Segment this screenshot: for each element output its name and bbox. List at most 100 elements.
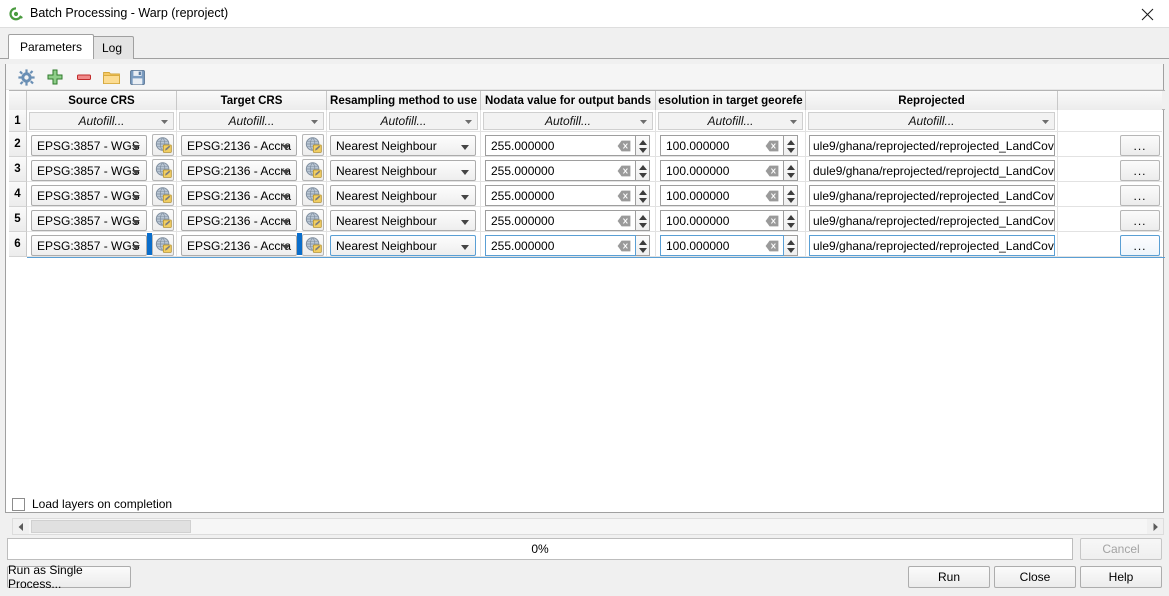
minus-icon[interactable] (72, 66, 96, 88)
target-crs-combo-4[interactable]: EPSG:2136 - Accra (181, 185, 297, 206)
column-header-resampling[interactable]: Resampling method to use (327, 91, 481, 110)
autofill-dropdown-resampling[interactable]: Autofill... (329, 112, 478, 130)
row-header-6[interactable]: 6 (9, 232, 27, 257)
scrollbar-thumb[interactable] (31, 520, 191, 533)
clear-icon[interactable] (765, 215, 779, 227)
browse-button-5[interactable]: ... (1120, 210, 1160, 231)
nodata-stepper-3[interactable] (636, 160, 650, 181)
floppy-disk-icon[interactable] (125, 66, 149, 88)
source-crs-combo-4[interactable]: EPSG:3857 - WGS (31, 185, 147, 206)
help-button[interactable]: Help (1080, 566, 1162, 588)
resolution-spinbox-5[interactable]: 100.000000 (660, 210, 784, 231)
source-crs-select-button-3[interactable] (152, 159, 174, 181)
target-crs-select-button-5[interactable] (302, 209, 324, 231)
clear-icon[interactable] (765, 165, 779, 177)
source-crs-select-button-2[interactable] (152, 134, 174, 156)
target-crs-combo-6[interactable]: EPSG:2136 - Accra (181, 235, 297, 256)
column-header-spare[interactable] (1058, 91, 1162, 110)
nodata-stepper-4[interactable] (636, 185, 650, 206)
resampling-combo-6[interactable]: Nearest Neighbour (330, 235, 476, 256)
resolution-spinbox-4[interactable]: 100.000000 (660, 185, 784, 206)
source-crs-combo-3[interactable]: EPSG:3857 - WGS (31, 160, 147, 181)
resampling-combo-2[interactable]: Nearest Neighbour (330, 135, 476, 156)
tab-parameters[interactable]: Parameters (8, 34, 95, 59)
scroll-right-arrow-icon[interactable] (1147, 519, 1163, 534)
resampling-combo-5[interactable]: Nearest Neighbour (330, 210, 476, 231)
column-header-reprojected[interactable]: Reprojected (806, 91, 1058, 110)
cancel-button[interactable]: Cancel (1080, 538, 1162, 560)
nodata-spinbox-6[interactable]: 255.000000 (485, 235, 636, 256)
target-crs-select-button-2[interactable] (302, 134, 324, 156)
nodata-spinbox-2[interactable]: 255.000000 (485, 135, 636, 156)
clear-icon[interactable] (617, 240, 631, 252)
nodata-spinbox-4[interactable]: 255.000000 (485, 185, 636, 206)
browse-button-4[interactable]: ... (1120, 185, 1160, 206)
browse-button-2[interactable]: ... (1120, 135, 1160, 156)
target-crs-select-button-6[interactable] (302, 234, 324, 256)
target-crs-combo-3[interactable]: EPSG:2136 - Accra (181, 160, 297, 181)
autofill-dropdown-target-crs[interactable]: Autofill... (179, 112, 324, 130)
resolution-stepper-2[interactable] (784, 135, 798, 156)
clear-icon[interactable] (617, 140, 631, 152)
target-crs-select-button-3[interactable] (302, 159, 324, 181)
close-button[interactable]: Close (994, 566, 1076, 588)
row-header-autofill[interactable]: 1 (9, 110, 27, 132)
autofill-dropdown-nodata[interactable]: Autofill... (483, 112, 653, 130)
clear-icon[interactable] (765, 190, 779, 202)
autofill-dropdown-reprojected[interactable]: Autofill... (808, 112, 1055, 130)
autofill-dropdown-resolution[interactable]: Autofill... (658, 112, 803, 130)
clear-icon[interactable] (617, 215, 631, 227)
column-header-target-crs[interactable]: Target CRS (177, 91, 327, 110)
resolution-stepper-3[interactable] (784, 160, 798, 181)
nodata-stepper-2[interactable] (636, 135, 650, 156)
folder-icon[interactable] (99, 66, 123, 88)
clear-icon[interactable] (765, 240, 779, 252)
reprojected-path-field-4[interactable]: ule9/ghana/reprojected/reprojected_LandC… (809, 185, 1055, 206)
target-crs-combo-2[interactable]: EPSG:2136 - Accra (181, 135, 297, 156)
run-as-single-process-button[interactable]: Run as Single Process... (7, 563, 131, 591)
row-header-2[interactable]: 2 (9, 132, 27, 157)
column-header-resolution[interactable]: esolution in target georefe (656, 91, 806, 110)
clear-icon[interactable] (765, 140, 779, 152)
source-crs-select-button-5[interactable] (152, 209, 174, 231)
nodata-spinbox-5[interactable]: 255.000000 (485, 210, 636, 231)
resampling-combo-4[interactable]: Nearest Neighbour (330, 185, 476, 206)
tab-log[interactable]: Log (90, 36, 135, 59)
resolution-stepper-6[interactable] (784, 235, 798, 256)
run-button[interactable]: Run (908, 566, 990, 588)
resolution-spinbox-6[interactable]: 100.000000 (660, 235, 784, 256)
reprojected-path-field-2[interactable]: ule9/ghana/reprojected/reprojected_LandC… (809, 135, 1055, 156)
nodata-spinbox-3[interactable]: 255.000000 (485, 160, 636, 181)
resampling-combo-3[interactable]: Nearest Neighbour (330, 160, 476, 181)
reprojected-path-field-6[interactable]: ule9/ghana/reprojected/reprojected_LandC… (809, 235, 1055, 256)
reprojected-path-field-5[interactable]: ule9/ghana/reprojected/reprojected_LandC… (809, 210, 1055, 231)
source-crs-combo-2[interactable]: EPSG:3857 - WGS (31, 135, 147, 156)
clear-icon[interactable] (617, 190, 631, 202)
browse-button-3[interactable]: ... (1120, 160, 1160, 181)
resolution-stepper-5[interactable] (784, 210, 798, 231)
close-icon[interactable] (1125, 0, 1169, 28)
nodata-stepper-6[interactable] (636, 235, 650, 256)
horizontal-scrollbar[interactable] (12, 518, 1164, 535)
column-header-source-crs[interactable]: Source CRS (27, 91, 177, 110)
plus-icon[interactable] (43, 66, 67, 88)
gear-icon[interactable] (14, 66, 38, 88)
load-layers-checkbox[interactable] (12, 497, 25, 511)
scroll-left-arrow-icon[interactable] (13, 519, 29, 534)
resolution-spinbox-2[interactable]: 100.000000 (660, 135, 784, 156)
nodata-stepper-5[interactable] (636, 210, 650, 231)
source-crs-select-button-4[interactable] (152, 184, 174, 206)
clear-icon[interactable] (617, 165, 631, 177)
resolution-spinbox-3[interactable]: 100.000000 (660, 160, 784, 181)
source-crs-combo-6[interactable]: EPSG:3857 - WGS (31, 235, 147, 256)
target-crs-select-button-4[interactable] (302, 184, 324, 206)
column-header-nodata[interactable]: Nodata value for output bands (481, 91, 656, 110)
autofill-dropdown-source-crs[interactable]: Autofill... (29, 112, 174, 130)
resolution-stepper-4[interactable] (784, 185, 798, 206)
reprojected-path-field-3[interactable]: dule9/ghana/reprojected/reprojectd_LandC… (809, 160, 1055, 181)
load-layers-label[interactable]: Load layers on completion (32, 497, 172, 511)
row-header-4[interactable]: 4 (9, 182, 27, 207)
browse-button-6[interactable]: ... (1120, 235, 1160, 256)
source-crs-select-button-6[interactable] (152, 234, 174, 256)
row-header-5[interactable]: 5 (9, 207, 27, 232)
